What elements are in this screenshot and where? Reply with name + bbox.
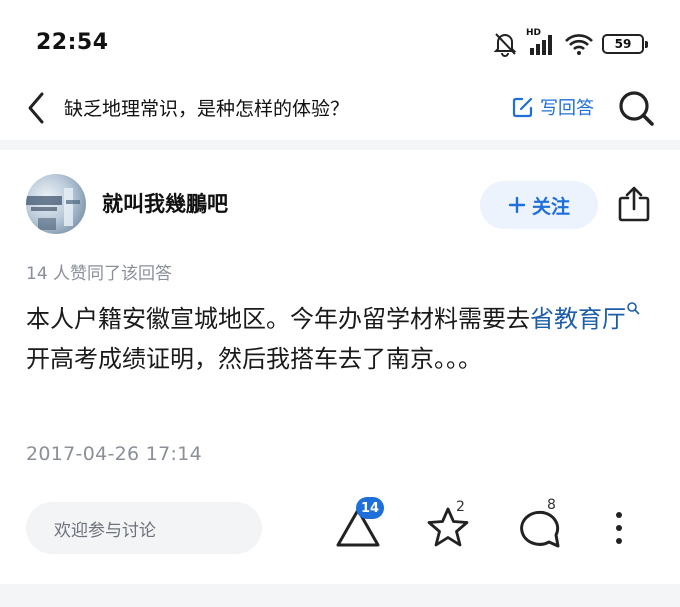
comment-input[interactable]: 欢迎参与讨论 xyxy=(26,502,262,554)
battery-level: 59 xyxy=(614,37,632,51)
comment-count: 8 xyxy=(547,497,556,513)
likes-count-text: 14 人赞同了该回答 xyxy=(26,264,173,284)
comment-icon[interactable] xyxy=(516,505,564,551)
answer-keyword-link[interactable]: 省教育厅 xyxy=(530,302,640,333)
edit-icon xyxy=(512,97,533,118)
section-divider xyxy=(0,140,680,150)
answer-timestamp: 2017-04-26 17:14 xyxy=(26,443,203,465)
link-search-icon xyxy=(627,302,640,315)
nav-bar: 缺乏地理常识，是种怎样的体验？ 写回答 xyxy=(0,80,680,140)
answer-text-before: 本人户籍安徽宣城地区。今年办留学材料需要去 xyxy=(26,305,530,333)
question-title[interactable]: 缺乏地理常识，是种怎样的体验？ xyxy=(64,94,349,121)
author-name[interactable]: 就叫我幾鵬吧 xyxy=(102,188,228,218)
signal-icon: HD xyxy=(526,28,556,56)
comment-placeholder: 欢迎参与讨论 xyxy=(54,520,156,541)
battery-icon: 59 xyxy=(602,34,648,54)
write-answer-button[interactable]: 写回答 xyxy=(512,92,594,122)
share-icon[interactable] xyxy=(617,186,651,222)
wifi-icon xyxy=(564,32,594,56)
status-icons: HD 59 xyxy=(492,28,648,58)
more-options-icon[interactable] xyxy=(611,508,627,548)
plus-icon xyxy=(508,196,526,214)
star-count: 2 xyxy=(456,499,465,515)
answer-text-after: 开高考成绩证明，然后我搭车去了南京。。。 xyxy=(26,345,482,373)
upvote-count-badge: 14 xyxy=(356,497,385,519)
status-bar: 22:54 HD 59 xyxy=(0,0,680,88)
search-icon[interactable] xyxy=(616,88,656,128)
answer-page: 22:54 HD 59 缺乏地理常识，是种怎样的体验？ 写回答 就叫我幾鵬吧 关… xyxy=(0,0,680,607)
avatar[interactable] xyxy=(26,174,86,234)
status-time: 22:54 xyxy=(36,30,109,55)
back-arrow-icon[interactable] xyxy=(22,88,52,128)
answer-link-text: 省教育厅 xyxy=(530,305,626,333)
follow-button[interactable]: 关注 xyxy=(480,181,598,229)
bottom-divider xyxy=(0,584,680,607)
follow-label: 关注 xyxy=(531,195,570,218)
bell-muted-icon xyxy=(492,31,518,57)
answer-body: 本人户籍安徽宣城地区。今年办留学材料需要去省教育厅开高考成绩证明，然后我搭车去了… xyxy=(26,299,656,379)
write-answer-label: 写回答 xyxy=(540,98,594,119)
